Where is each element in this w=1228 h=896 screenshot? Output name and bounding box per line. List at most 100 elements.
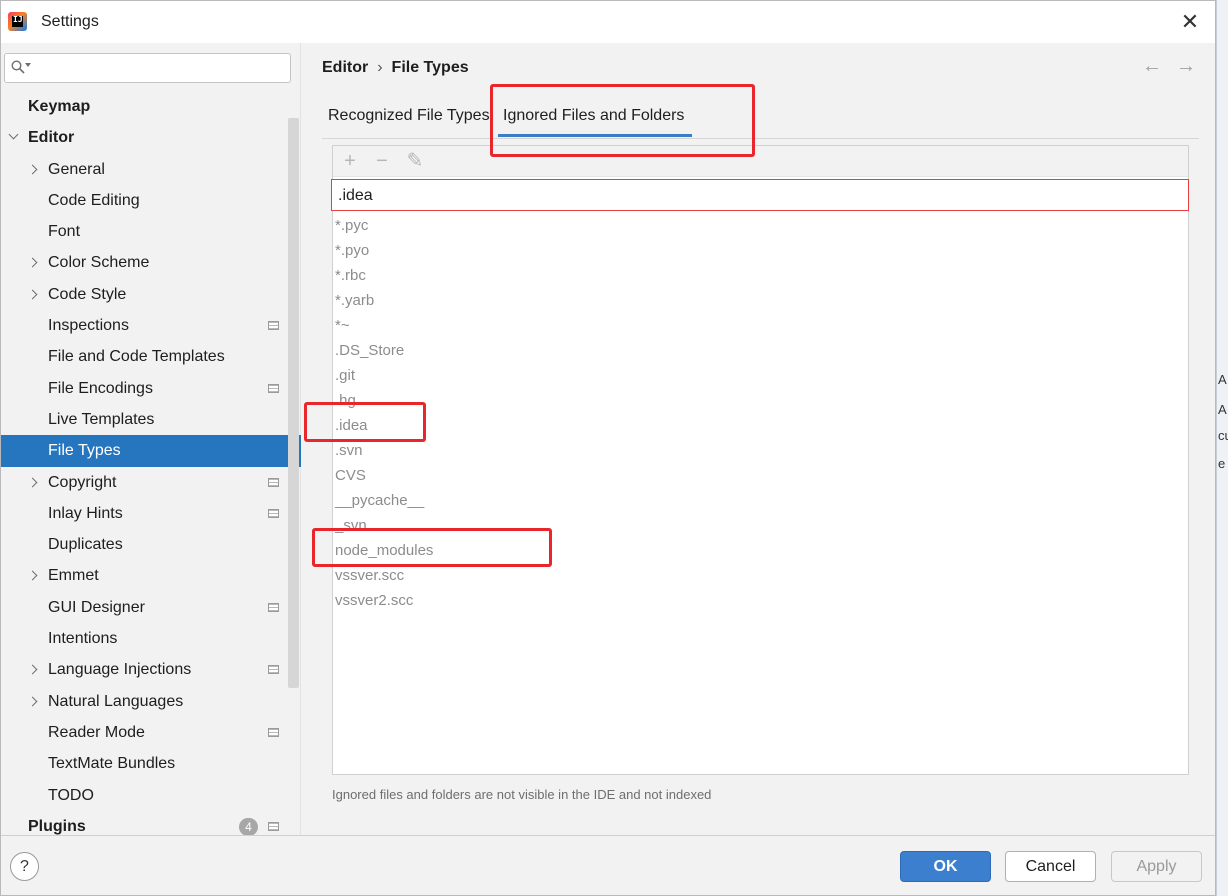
project-scope-icon bbox=[268, 383, 279, 393]
sidebar-item-label: Language Injections bbox=[48, 661, 192, 679]
sidebar-item-inlay-hints[interactable]: Inlay Hints bbox=[1, 498, 301, 529]
sidebar-item-textmate-bundles[interactable]: TextMate Bundles bbox=[1, 748, 301, 779]
search-dropdown-icon[interactable] bbox=[25, 63, 31, 67]
pattern-list-item[interactable]: .hg bbox=[335, 388, 1185, 413]
sidebar-item-label: Editor bbox=[28, 129, 75, 147]
chevron-right-icon[interactable] bbox=[27, 289, 38, 300]
sidebar-item-code-editing[interactable]: Code Editing bbox=[1, 185, 301, 216]
search-icon bbox=[11, 60, 25, 74]
sidebar-item-color-scheme[interactable]: Color Scheme bbox=[1, 247, 301, 278]
sidebar-item-label: Code Editing bbox=[48, 191, 140, 209]
background-text-fragment: cu bbox=[1218, 428, 1228, 443]
sidebar-item-label: Inspections bbox=[48, 317, 129, 335]
sidebar-item-label: File Types bbox=[48, 442, 121, 460]
sidebar-item-label: Inlay Hints bbox=[48, 504, 123, 522]
chevron-right-icon[interactable] bbox=[27, 664, 38, 675]
back-arrow-icon[interactable]: ← bbox=[1142, 55, 1162, 77]
forward-arrow-icon[interactable]: → bbox=[1176, 55, 1196, 77]
apply-button[interactable]: Apply bbox=[1111, 851, 1202, 882]
breadcrumb-parent: Editor bbox=[322, 59, 369, 76]
chevron-right-icon[interactable] bbox=[27, 164, 38, 175]
sidebar-item-label: TODO bbox=[48, 786, 94, 804]
sidebar-item-natural-languages[interactable]: Natural Languages bbox=[1, 686, 301, 717]
pattern-list-item[interactable]: _svn bbox=[335, 513, 1185, 538]
sidebar-item-todo[interactable]: TODO bbox=[1, 780, 301, 811]
breadcrumb-current: File Types bbox=[391, 59, 469, 76]
settings-dialog: IJ Settings ✕ Keymap Editor General Code Ed… bbox=[0, 0, 1216, 896]
edit-pencil-icon[interactable]: ✎ bbox=[404, 150, 426, 172]
file-types-tabs: Recognized File Types Ignored Files and … bbox=[322, 103, 1199, 139]
sidebar-item-copyright[interactable]: Copyright bbox=[1, 467, 301, 498]
project-scope-icon bbox=[268, 321, 279, 331]
pattern-list-item[interactable]: __pycache__ bbox=[335, 488, 1185, 513]
ignored-patterns-panel: + − ✎ *.pyc*.pyo*.rbc*.yarb*~.DS_Store.g… bbox=[331, 145, 1189, 775]
close-button[interactable]: ✕ bbox=[1177, 9, 1203, 35]
pattern-list-item[interactable]: vssver2.scc bbox=[335, 588, 1185, 613]
pattern-list-item[interactable]: *.rbc bbox=[335, 263, 1185, 288]
pattern-edit-input[interactable] bbox=[338, 185, 1178, 207]
background-text-fragment: A bbox=[1218, 402, 1227, 417]
help-button[interactable]: ? bbox=[10, 852, 39, 881]
file-types-panel: Editor › File Types ← → Recognized File Typ… bbox=[302, 43, 1215, 835]
pattern-list-item[interactable]: node_modules bbox=[335, 538, 1185, 563]
sidebar-item-duplicates[interactable]: Duplicates bbox=[1, 529, 301, 560]
settings-search-box[interactable] bbox=[4, 53, 291, 83]
sidebar-item-code-style[interactable]: Code Style bbox=[1, 279, 301, 310]
breadcrumb-separator: › bbox=[377, 59, 383, 76]
sidebar-item-label: Keymap bbox=[28, 98, 91, 115]
pattern-list-item[interactable]: vssver.scc bbox=[335, 563, 1185, 588]
add-icon[interactable]: + bbox=[339, 150, 361, 172]
plugins-update-badge: 4 bbox=[239, 817, 258, 836]
sidebar-item-font[interactable]: Font bbox=[1, 216, 301, 247]
chevron-right-icon[interactable] bbox=[27, 258, 38, 268]
pattern-list-item[interactable]: .svn bbox=[335, 438, 1185, 463]
sidebar-item-file-encodings[interactable]: File Encodings bbox=[1, 373, 301, 404]
project-scope-icon bbox=[268, 665, 279, 675]
sidebar-item-editor[interactable]: Editor bbox=[1, 122, 301, 153]
sidebar-item-gui-designer[interactable]: GUI Designer bbox=[1, 592, 301, 623]
pattern-list-item[interactable]: *.yarb bbox=[335, 288, 1185, 313]
sidebar-item-label: General bbox=[48, 160, 105, 178]
settings-sidebar: Keymap Editor General Code Editing Font Color… bbox=[1, 43, 301, 836]
sidebar-item-file-and-code-templates[interactable]: File and Code Templates bbox=[1, 341, 301, 372]
dialog-button-bar: ? OK Cancel Apply bbox=[1, 835, 1215, 895]
sidebar-item-label: TextMate Bundles bbox=[48, 755, 176, 773]
pattern-list-item[interactable]: *.pyo bbox=[335, 238, 1185, 263]
sidebar-item-label: File Encodings bbox=[48, 379, 153, 397]
chevron-right-icon[interactable] bbox=[27, 571, 38, 581]
tab-ignored-files-and-folders[interactable]: Ignored Files and Folders bbox=[498, 107, 692, 137]
remove-icon[interactable]: − bbox=[371, 150, 393, 172]
chevron-down-icon[interactable] bbox=[8, 129, 19, 140]
sidebar-item-inspections[interactable]: Inspections bbox=[1, 310, 301, 341]
chevron-right-icon[interactable] bbox=[27, 696, 38, 707]
cancel-button[interactable]: Cancel bbox=[1005, 851, 1096, 882]
sidebar-item-general[interactable]: General bbox=[1, 154, 301, 185]
project-scope-icon bbox=[268, 727, 279, 737]
sidebar-item-emmet[interactable]: Emmet bbox=[1, 560, 301, 591]
sidebar-item-keymap[interactable]: Keymap bbox=[1, 91, 301, 122]
sidebar-scrollbar[interactable] bbox=[288, 118, 299, 688]
sidebar-item-language-injections[interactable]: Language Injections bbox=[1, 654, 301, 685]
sidebar-item-label: Live Templates bbox=[48, 410, 155, 428]
sidebar-item-live-templates[interactable]: Live Templates bbox=[1, 404, 301, 435]
sidebar-item-file-types[interactable]: File Types bbox=[1, 435, 301, 467]
chevron-right-icon[interactable] bbox=[27, 477, 38, 488]
pattern-list-item[interactable]: CVS bbox=[335, 463, 1185, 488]
tab-recognized-file-types[interactable]: Recognized File Types bbox=[328, 107, 490, 125]
pattern-list-item[interactable]: .DS_Store bbox=[335, 338, 1185, 363]
patterns-toolbar: + − ✎ bbox=[333, 146, 1188, 177]
pattern-list-item[interactable]: *~ bbox=[335, 313, 1185, 338]
sidebar-item-intentions[interactable]: Intentions bbox=[1, 623, 301, 654]
pattern-list-item[interactable]: .idea bbox=[335, 413, 1185, 438]
pattern-list-item[interactable]: .git bbox=[335, 363, 1185, 388]
settings-search-input[interactable] bbox=[37, 58, 283, 78]
pattern-list-item[interactable]: *.pyc bbox=[335, 213, 1185, 238]
sidebar-item-label: Natural Languages bbox=[48, 692, 184, 710]
project-scope-icon bbox=[268, 508, 279, 518]
sidebar-item-reader-mode[interactable]: Reader Mode bbox=[1, 717, 301, 748]
window-title: Settings bbox=[41, 13, 99, 30]
pattern-edit-field[interactable] bbox=[331, 179, 1189, 211]
ok-button[interactable]: OK bbox=[900, 851, 991, 882]
sidebar-item-label: Font bbox=[48, 223, 81, 241]
sidebar-item-label: File and Code Templates bbox=[48, 348, 225, 366]
